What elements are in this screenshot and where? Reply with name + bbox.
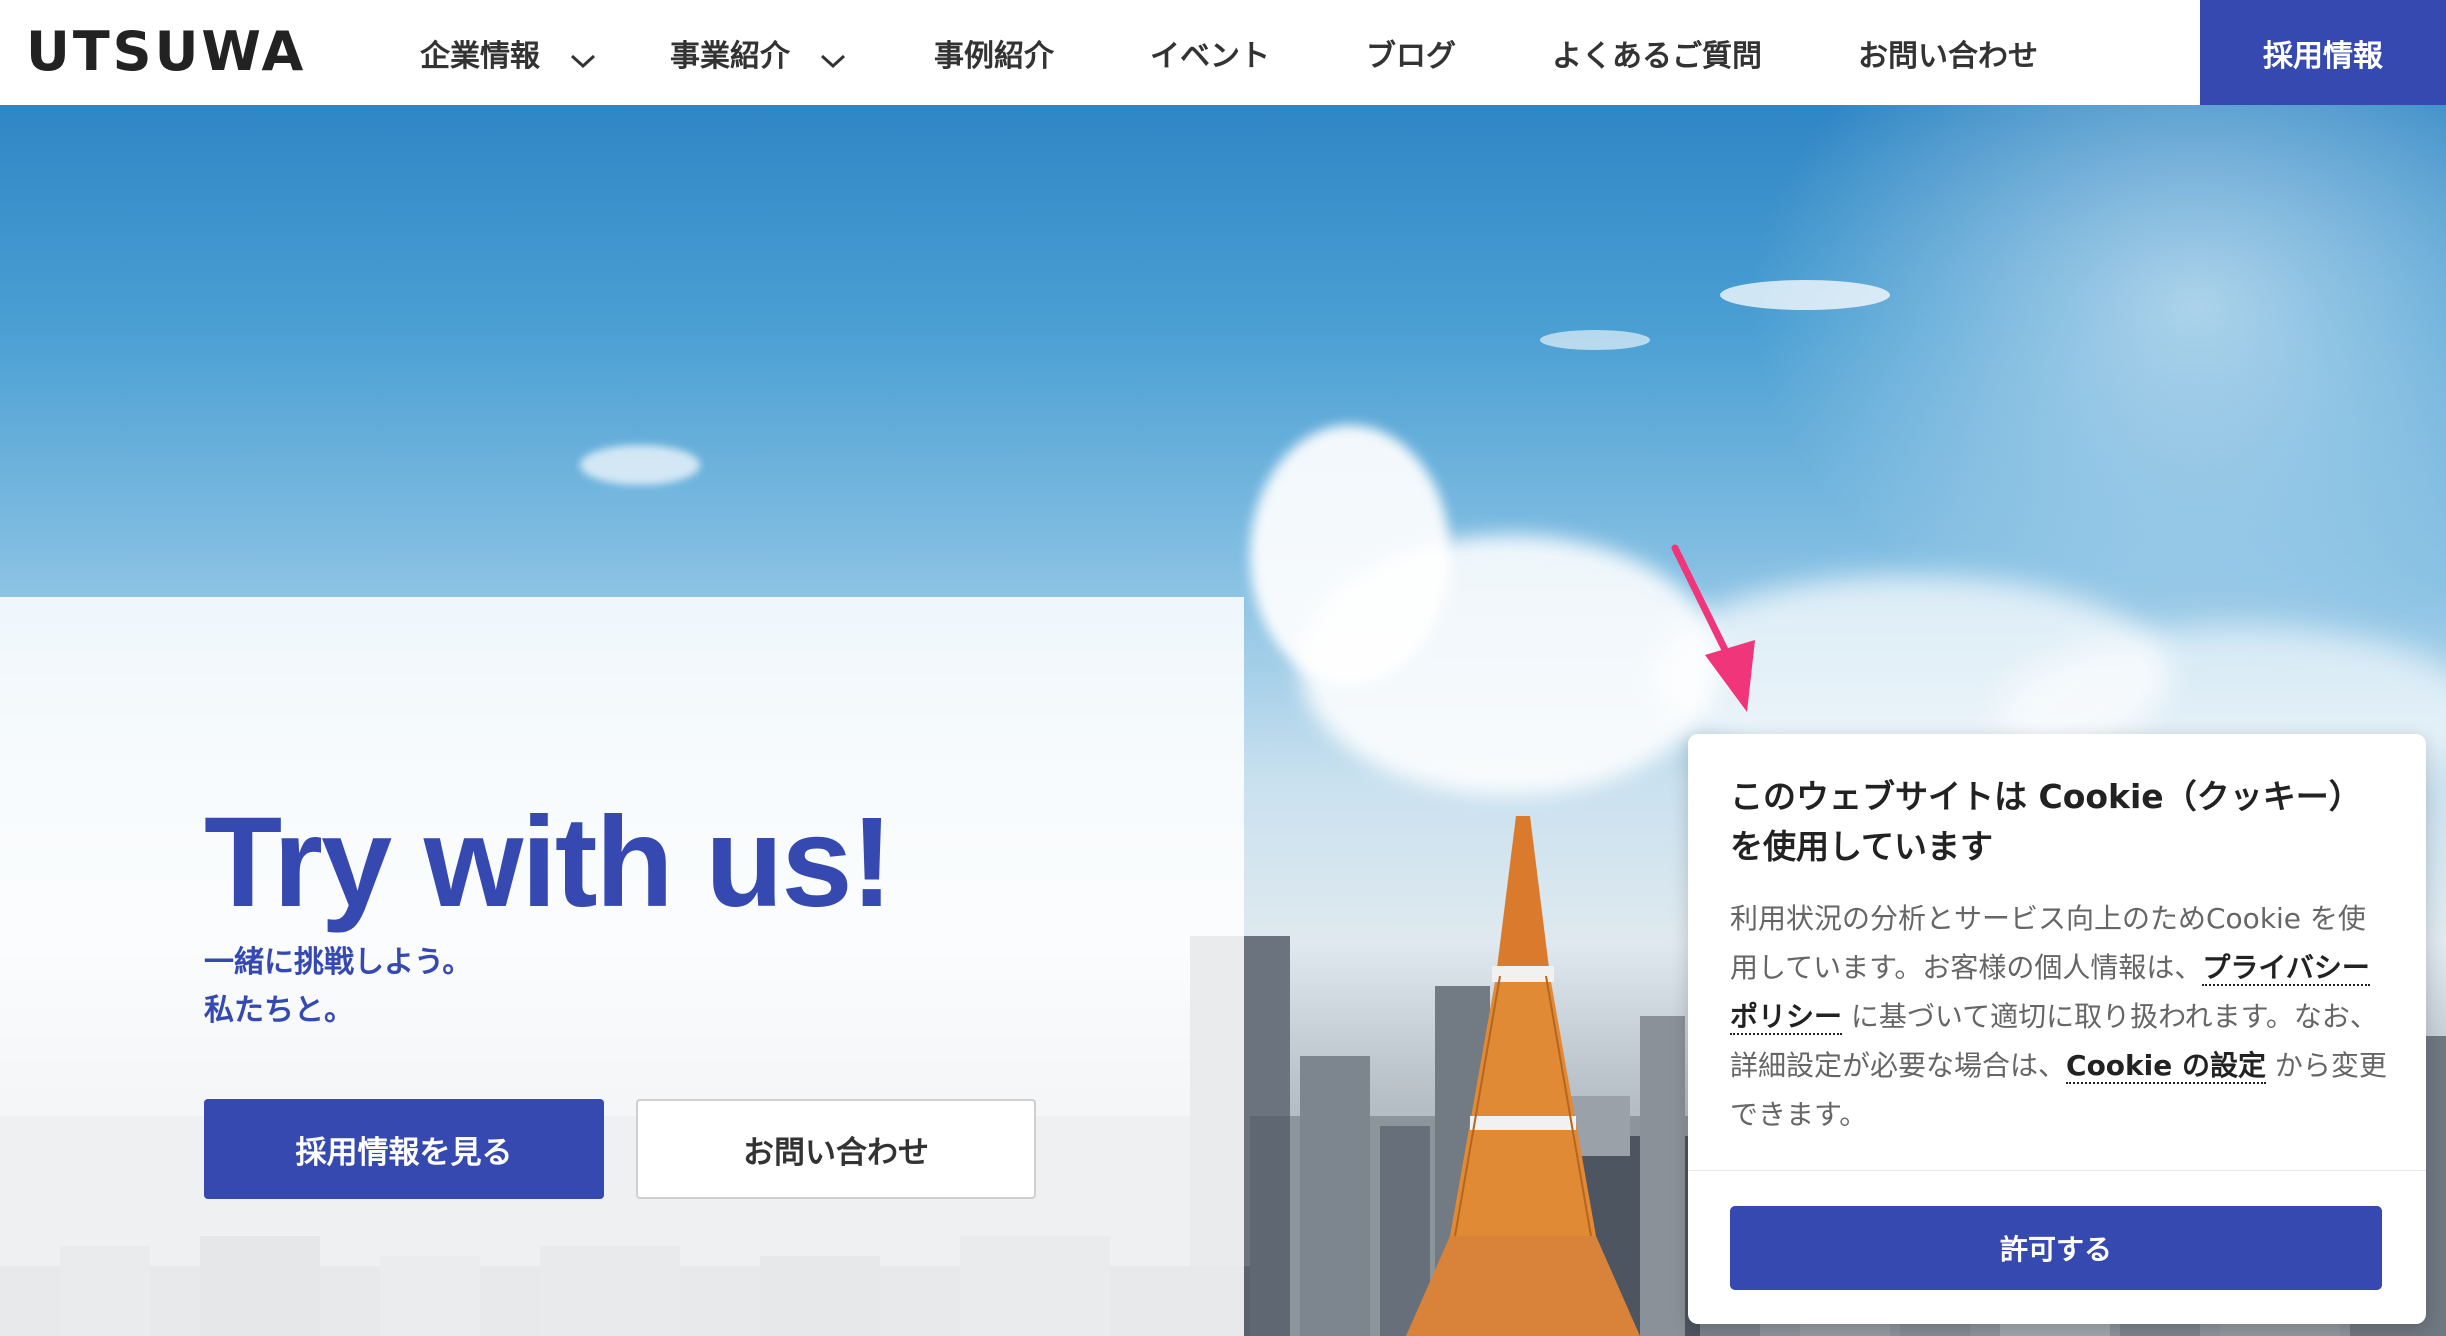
nav-label: 事例紹介 xyxy=(934,38,1054,74)
nav-label: 企業情報 xyxy=(420,38,540,74)
nav-item-contact[interactable]: お問い合わせ xyxy=(1858,0,2038,105)
nav-item-company[interactable]: 企業情報 xyxy=(420,0,596,105)
cookie-settings-link[interactable]: Cookie の設定 xyxy=(2066,1049,2266,1084)
nav-item-events[interactable]: イベント xyxy=(1150,0,1270,105)
view-recruit-button[interactable]: 採用情報を見る xyxy=(204,1099,604,1199)
cloud xyxy=(580,445,700,485)
nav-item-faq[interactable]: よくあるご質問 xyxy=(1552,0,1762,105)
page: UTSUWA 企業情報 事業紹介 事例紹介 イベント ブログ よくあるご質問 お… xyxy=(0,0,2446,1336)
cookie-title: このウェブサイトは Cookie（クッキー）を使用しています xyxy=(1730,777,2362,866)
recruit-button[interactable]: 採用情報 xyxy=(2200,0,2446,105)
sky-glow xyxy=(1746,105,2446,655)
allow-cookies-button[interactable]: 許可する xyxy=(1730,1206,2382,1290)
hero-subline: 一緒に挑戦しよう。 xyxy=(204,945,473,980)
nav-label: ブログ xyxy=(1366,38,1456,74)
cookie-consent-dialog: このウェブサイトは Cookie（クッキー）を使用しています 利用状況の分析とサ… xyxy=(1688,734,2426,1324)
contact-button[interactable]: お問い合わせ xyxy=(636,1099,1036,1199)
hero-panel: Try with us! 一緒に挑戦しよう。 私たちと。 採用情報を見る お問い… xyxy=(0,597,1244,1336)
nav-label: イベント xyxy=(1150,38,1270,74)
nav-item-business[interactable]: 事業紹介 xyxy=(670,0,846,105)
hero-headline: Try with us! xyxy=(204,791,893,934)
hero-subline: 私たちと。 xyxy=(204,993,354,1028)
nav-label: お問い合わせ xyxy=(1858,38,2038,74)
site-logo[interactable]: UTSUWA xyxy=(26,20,306,83)
arrow-annotation-icon xyxy=(1671,544,1755,712)
divider xyxy=(1688,1170,2426,1171)
chevron-down-icon xyxy=(570,42,596,68)
nav-label: よくあるご質問 xyxy=(1552,38,1762,74)
main-nav: 企業情報 事業紹介 事例紹介 イベント ブログ よくあるご質問 お問い合わせ xyxy=(420,0,2038,105)
cloud xyxy=(1720,280,1890,310)
nav-label: 事業紹介 xyxy=(670,38,790,74)
cloud xyxy=(1540,330,1650,350)
site-header: UTSUWA 企業情報 事業紹介 事例紹介 イベント ブログ よくあるご質問 お… xyxy=(0,0,2446,105)
cookie-body: 利用状況の分析とサービス向上のためCookie を使用しています。お客様の個人情… xyxy=(1730,894,2390,1139)
nav-item-blog[interactable]: ブログ xyxy=(1366,0,1456,105)
nav-item-cases[interactable]: 事例紹介 xyxy=(934,0,1054,105)
chevron-down-icon xyxy=(820,42,846,68)
